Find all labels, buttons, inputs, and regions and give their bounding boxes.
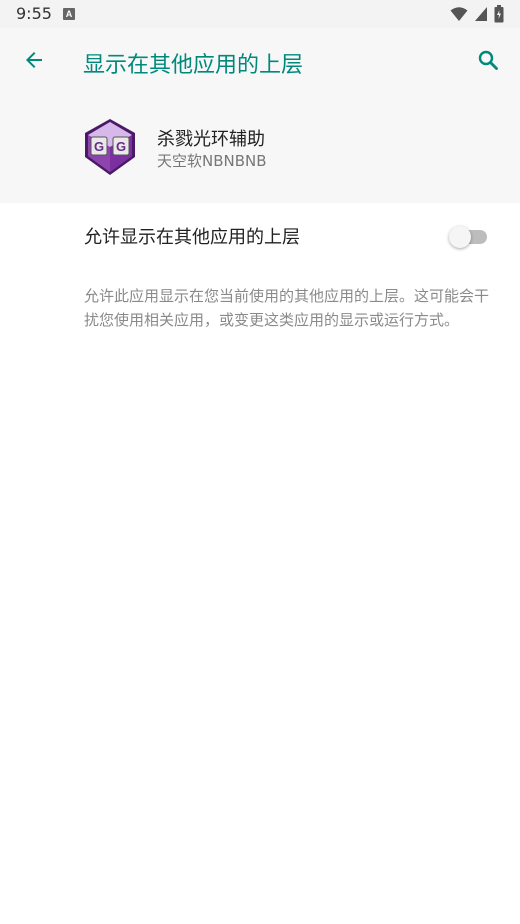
- search-button[interactable]: [470, 44, 506, 80]
- overlay-permission-label: 允许显示在其他应用的上层: [84, 227, 300, 248]
- svg-text:G: G: [116, 139, 126, 154]
- permission-description: 允许此应用显示在您当前使用的其他应用的上层。这可能会干扰您使用相关应用，或变更这…: [84, 287, 490, 329]
- app-name: 杀戮光环辅助: [157, 129, 265, 150]
- status-bar: 9:55 A: [0, 0, 520, 28]
- app-header: 显示在其他应用的上层 G G 杀戮光环辅助 天空软NBNBNB: [0, 28, 520, 203]
- page-title: 显示在其他应用的上层: [83, 53, 304, 78]
- signal-icon: [474, 6, 488, 26]
- svg-text:G: G: [94, 139, 104, 154]
- app-developer: 天空软NBNBNB: [157, 152, 267, 170]
- arrow-left-icon: [22, 48, 46, 76]
- battery-icon: [494, 5, 504, 27]
- overlay-permission-switch[interactable]: [449, 224, 491, 248]
- status-time: 9:55: [16, 4, 52, 23]
- back-button[interactable]: [16, 44, 52, 80]
- overlay-permission-row[interactable]: 允许显示在其他应用的上层: [0, 203, 520, 267]
- search-icon: [476, 48, 500, 76]
- notification-icon: A: [63, 8, 75, 20]
- status-icons: [450, 5, 504, 27]
- switch-thumb: [449, 226, 471, 248]
- wifi-icon: [450, 6, 468, 26]
- app-icon: G G: [83, 117, 137, 177]
